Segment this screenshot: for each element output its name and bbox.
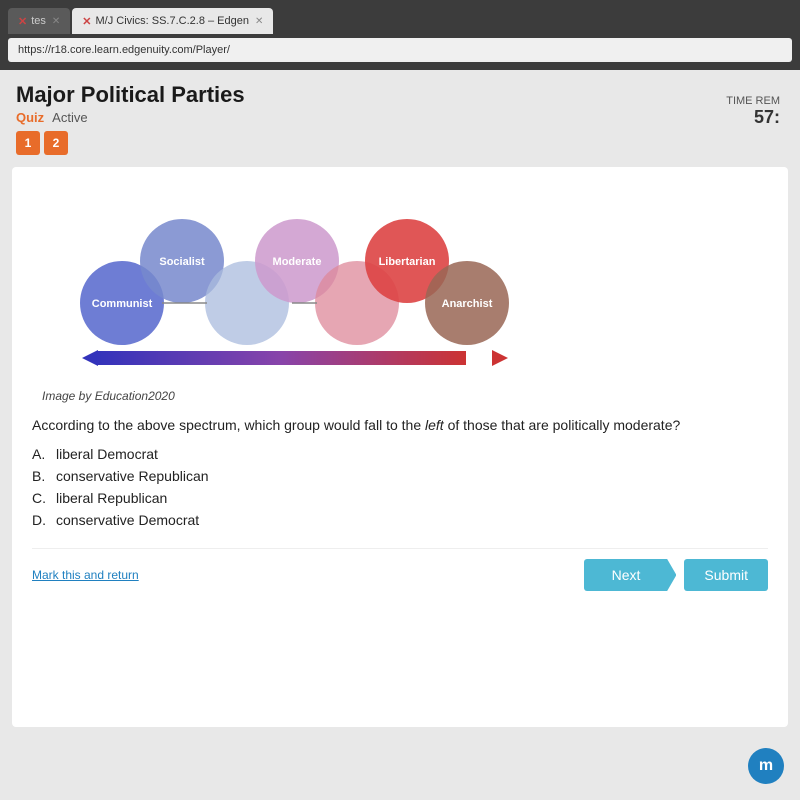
footer-buttons: Next Submit xyxy=(584,559,768,591)
answer-letter-a: A. xyxy=(32,446,56,462)
tab-2[interactable]: ✕ M/J Civics: SS.7.C.2.8 – Edgen ✕ xyxy=(72,8,273,34)
tab-2-close[interactable]: ✕ xyxy=(255,16,263,27)
question-part-2: of those that are politically moderate? xyxy=(444,417,681,433)
question-emphasis: left xyxy=(425,417,444,433)
url-text: https://r18.core.learn.edgenuity.com/Pla… xyxy=(18,44,230,56)
quiz-label: Quiz xyxy=(16,110,44,125)
answer-letter-c: C. xyxy=(32,490,56,506)
question-nav: 1 2 xyxy=(16,131,245,155)
question-num-2[interactable]: 2 xyxy=(44,131,68,155)
timer-value: 57: xyxy=(726,107,780,128)
svg-text:Moderate: Moderate xyxy=(273,256,322,268)
timer-label: TIME REM xyxy=(726,95,780,107)
spectrum-svg: Communist Socialist Moderate Libertarian xyxy=(52,193,532,383)
submit-button[interactable]: Submit xyxy=(684,559,768,591)
answer-text-c: liberal Republican xyxy=(56,490,167,506)
timer-area: TIME REM 57: xyxy=(726,95,780,128)
answer-a[interactable]: A. liberal Democrat xyxy=(32,446,768,462)
answer-letter-b: B. xyxy=(32,468,56,484)
tab-1[interactable]: ✕ tes ✕ xyxy=(8,8,70,34)
svg-text:Communist: Communist xyxy=(92,298,153,310)
close-icon-1: ✕ xyxy=(18,15,27,28)
svg-text:Libertarian: Libertarian xyxy=(379,256,436,268)
answer-letter-d: D. xyxy=(32,512,56,528)
answer-c[interactable]: C. liberal Republican xyxy=(32,490,768,506)
address-bar[interactable]: https://r18.core.learn.edgenuity.com/Pla… xyxy=(8,38,792,62)
mark-return-link[interactable]: Mark this and return xyxy=(32,568,139,582)
answer-text-a: liberal Democrat xyxy=(56,446,158,462)
tab-1-close[interactable]: ✕ xyxy=(52,16,60,27)
quiz-footer: Mark this and return Next Submit xyxy=(32,548,768,591)
page-title: Major Political Parties xyxy=(16,82,245,108)
svg-text:Socialist: Socialist xyxy=(159,256,205,268)
answer-text-b: conservative Republican xyxy=(56,468,209,484)
tab-bar: ✕ tes ✕ ✕ M/J Civics: SS.7.C.2.8 – Edgen… xyxy=(0,0,800,34)
page-header: Major Political Parties Quiz Active 1 2 … xyxy=(0,70,800,161)
question-text: According to the above spectrum, which g… xyxy=(32,415,768,436)
question-num-1[interactable]: 1 xyxy=(16,131,40,155)
active-label: Active xyxy=(52,110,87,125)
quiz-status: Quiz Active xyxy=(16,110,245,125)
tab-1-label: tes xyxy=(31,15,46,27)
close-icon-2: ✕ xyxy=(82,15,91,28)
next-button[interactable]: Next xyxy=(584,559,677,591)
browser-chrome: ✕ tes ✕ ✕ M/J Civics: SS.7.C.2.8 – Edgen… xyxy=(0,0,800,70)
edgenuity-logo: m xyxy=(748,748,784,784)
answer-text-d: conservative Democrat xyxy=(56,512,199,528)
spectrum-container: Communist Socialist Moderate Libertarian xyxy=(32,183,768,383)
answer-d[interactable]: D. conservative Democrat xyxy=(32,512,768,528)
svg-text:Anarchist: Anarchist xyxy=(442,298,493,310)
answer-b[interactable]: B. conservative Republican xyxy=(32,468,768,484)
image-credit: Image by Education2020 xyxy=(42,389,758,403)
question-part-1: According to the above spectrum, which g… xyxy=(32,417,425,433)
quiz-card: Communist Socialist Moderate Libertarian xyxy=(12,167,788,727)
page-content: Major Political Parties Quiz Active 1 2 … xyxy=(0,70,800,800)
tab-2-label: M/J Civics: SS.7.C.2.8 – Edgen xyxy=(96,15,249,27)
